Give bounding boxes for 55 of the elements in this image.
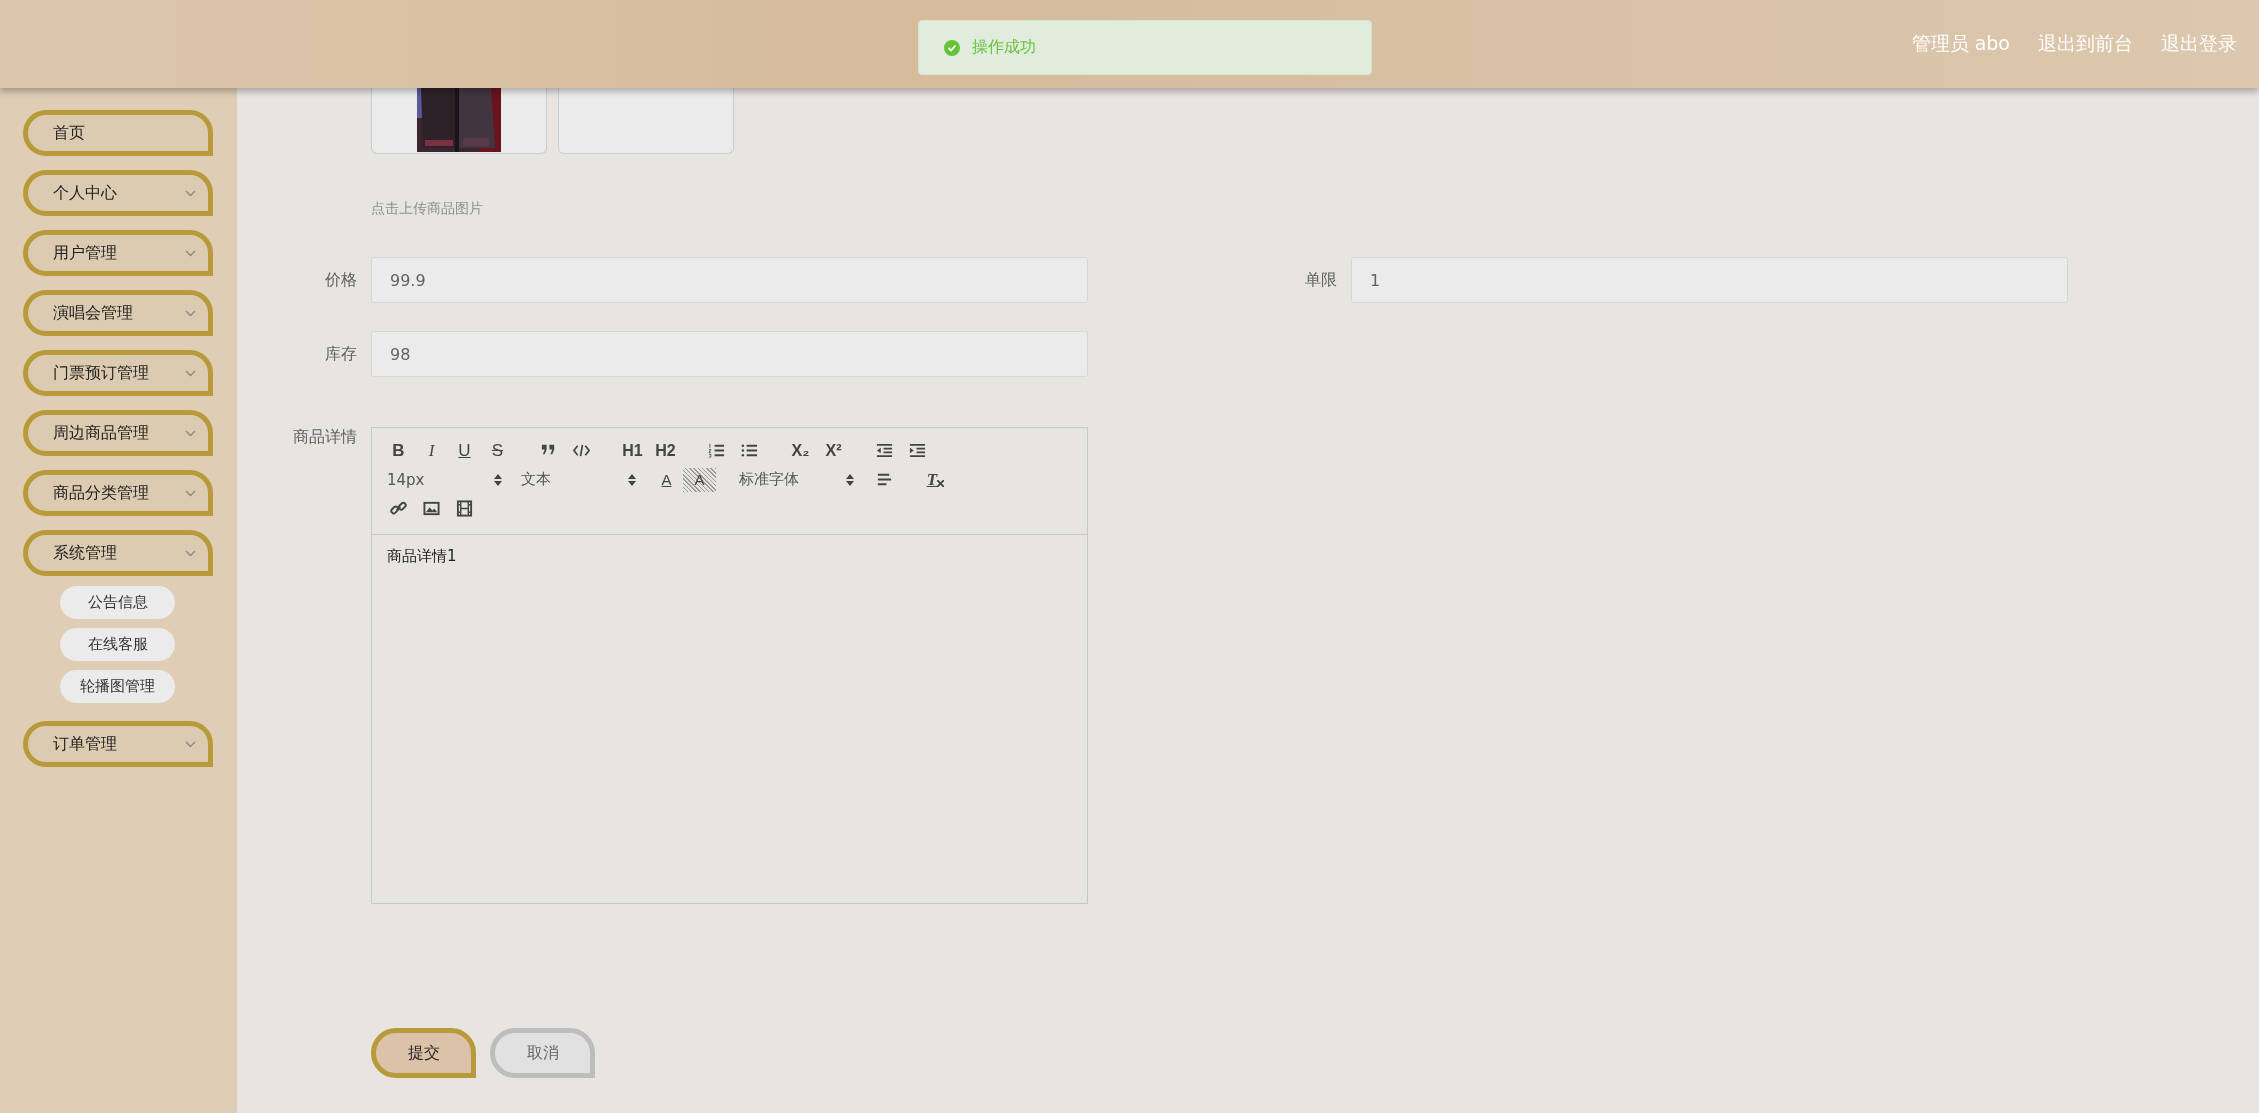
field-label: 商品详情 bbox=[292, 427, 357, 448]
sidebar-item[interactable]: 演唱会管理 bbox=[23, 290, 213, 336]
bold-button[interactable]: B bbox=[382, 438, 415, 463]
highlight-button[interactable]: A bbox=[683, 467, 716, 492]
submenu-item[interactable]: 轮播图管理 bbox=[60, 670, 175, 703]
script-button[interactable]: X₂ bbox=[784, 438, 817, 463]
video-icon bbox=[456, 500, 473, 517]
sidebar-item[interactable]: 个人中心 bbox=[23, 170, 213, 216]
upload-hint: 点击上传商品图片 bbox=[371, 199, 484, 218]
image-icon bbox=[423, 500, 440, 517]
field-label: 价格 bbox=[324, 269, 357, 291]
outdent-icon bbox=[876, 442, 893, 459]
sidebar-item[interactable]: 门票预订管理 bbox=[23, 350, 213, 396]
underline-button[interactable]: U bbox=[448, 438, 481, 463]
text-color-button[interactable]: A bbox=[650, 467, 683, 492]
rich-text-editor[interactable]: B I U S H1 H2 X₂ X² 14px 文本 A A 标准字体 T 商品详情1 bbox=[371, 427, 1088, 904]
updown-icon bbox=[628, 473, 636, 486]
strikethrough-button[interactable]: S bbox=[481, 438, 514, 463]
cross-icon bbox=[937, 480, 945, 487]
image-thumbnail[interactable] bbox=[371, 88, 547, 154]
script-button[interactable]: X² bbox=[817, 438, 850, 463]
sidebar-item[interactable]: 系统管理 bbox=[23, 530, 213, 576]
indent-icon bbox=[909, 442, 926, 459]
field-label: 单限 bbox=[1304, 269, 1337, 291]
ordered-list-icon bbox=[708, 442, 725, 459]
clear-format-button[interactable]: T bbox=[919, 467, 952, 492]
editor-content[interactable]: 商品详情1 bbox=[372, 535, 1087, 578]
sidebar-item[interactable]: 订单管理 bbox=[23, 721, 213, 767]
link-icon bbox=[390, 500, 407, 517]
code-icon bbox=[573, 442, 590, 459]
sidebar-item[interactable]: 周边商品管理 bbox=[23, 410, 213, 456]
toolbar-select[interactable]: 标准字体 bbox=[734, 467, 862, 492]
input-field[interactable]: 1 bbox=[1351, 257, 2068, 303]
success-icon bbox=[944, 39, 960, 56]
toast-text: 操作成功 bbox=[972, 37, 1036, 58]
sidebar-item[interactable]: 首页 bbox=[23, 110, 213, 156]
updown-icon bbox=[494, 473, 502, 486]
submenu-item[interactable]: 公告信息 bbox=[60, 586, 175, 619]
input-field[interactable]: 98 bbox=[371, 331, 1088, 377]
bullet-list-icon bbox=[741, 442, 758, 459]
field-label: 库存 bbox=[324, 343, 357, 365]
input-field[interactable]: 99.9 bbox=[371, 257, 1088, 303]
sidebar-item[interactable]: 商品分类管理 bbox=[23, 470, 213, 516]
cancel-button[interactable]: 取消 bbox=[490, 1028, 595, 1078]
submit-button[interactable]: 提交 bbox=[371, 1028, 476, 1078]
updown-icon bbox=[846, 473, 854, 486]
italic-button[interactable]: I bbox=[415, 438, 448, 463]
heading-button[interactable]: H2 bbox=[649, 438, 682, 463]
sidebar-item[interactable]: 用户管理 bbox=[23, 230, 213, 276]
toolbar-select[interactable]: 文本 bbox=[516, 467, 644, 492]
heading-button[interactable]: H1 bbox=[616, 438, 649, 463]
submenu-item[interactable]: 在线客服 bbox=[60, 628, 175, 661]
user-label: 管理员 abo bbox=[1911, 31, 2010, 56]
align-icon bbox=[876, 471, 893, 488]
toolbar-select[interactable]: 14px bbox=[382, 467, 510, 492]
